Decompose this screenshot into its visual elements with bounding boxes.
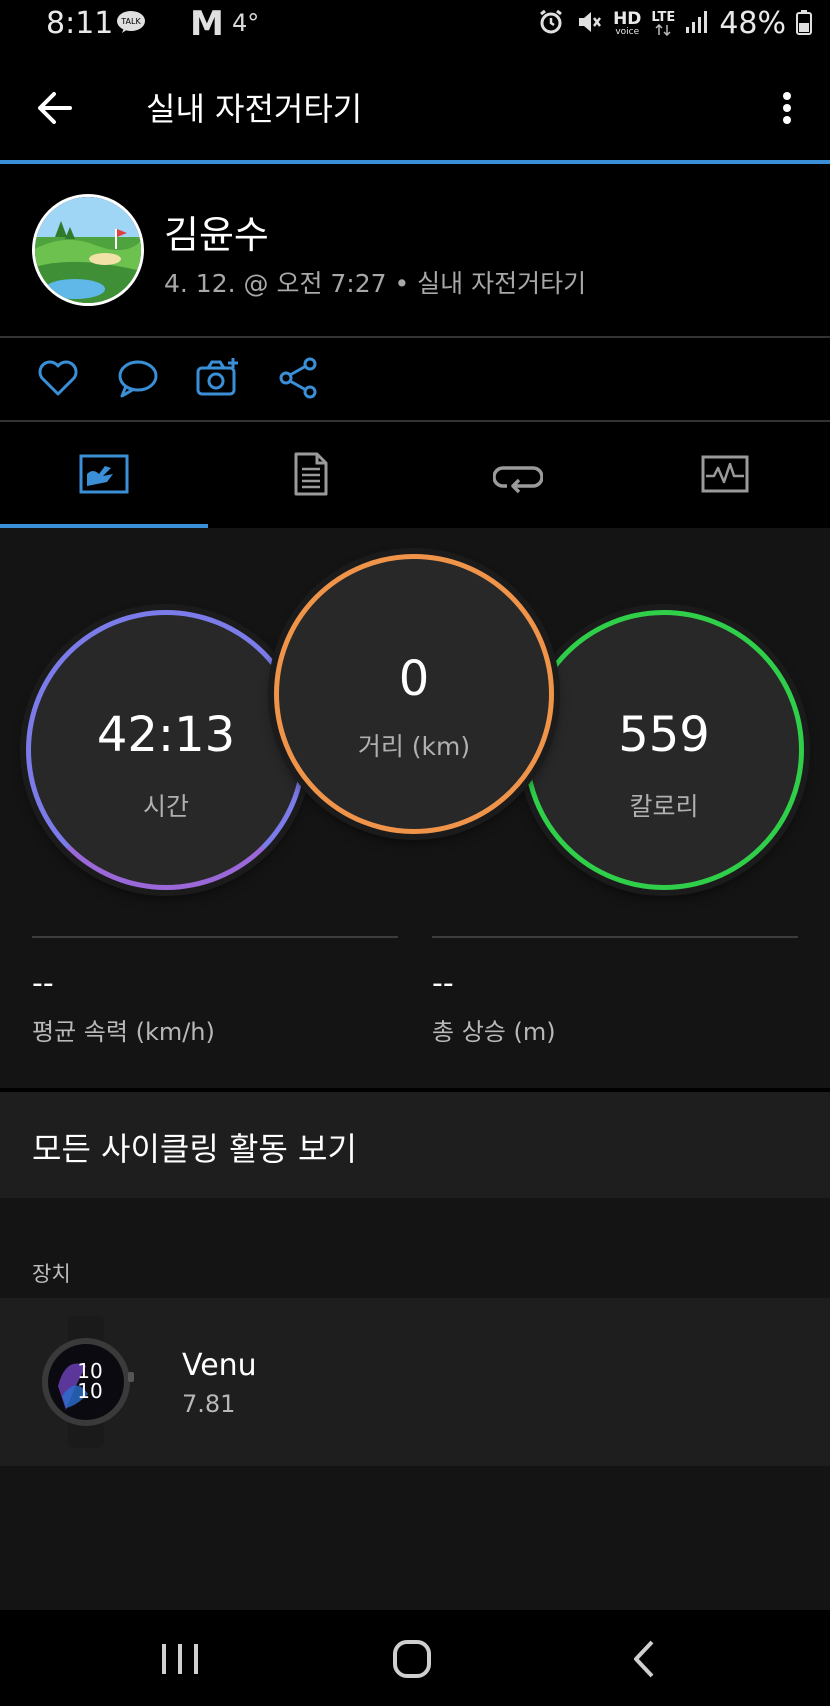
- avg-speed-value: --: [32, 966, 54, 1001]
- tab-overview[interactable]: [0, 422, 207, 526]
- back-chevron-icon: [634, 1640, 654, 1678]
- total-ascent-value: --: [432, 966, 454, 1001]
- more-options-button[interactable]: [772, 82, 802, 134]
- golf-course-avatar: [35, 197, 141, 303]
- share-button[interactable]: [276, 356, 320, 400]
- stat-divider: [32, 936, 398, 938]
- time-ring: 42:13 시간: [26, 610, 306, 890]
- avg-speed-label: 평균 속력 (km/h): [32, 1018, 215, 1046]
- battery-percent: 48%: [719, 6, 786, 41]
- tab-bar: [0, 422, 830, 526]
- more-vertical-icon: [783, 92, 791, 124]
- lte-label: LTE: [651, 10, 676, 25]
- camera-plus-icon: [196, 358, 238, 396]
- calories-value: 559: [618, 707, 710, 763]
- status-time: 8:11: [46, 6, 114, 41]
- hd-voice-icon: HD voice: [613, 8, 642, 37]
- calories-ring: 559 칼로리: [524, 610, 804, 890]
- tab-charts[interactable]: [621, 422, 828, 526]
- device-name: Venu: [182, 1348, 257, 1383]
- avatar[interactable]: [32, 194, 144, 306]
- social-actions: [0, 338, 830, 420]
- distance-label: 거리 (km): [357, 732, 471, 761]
- activity-date-type: 4. 12. @ 오전 7:27 • 실내 자전거타기: [164, 269, 587, 298]
- like-button[interactable]: [36, 356, 80, 400]
- heart-icon: [38, 360, 78, 396]
- tab-details[interactable]: [207, 422, 414, 526]
- watch-face-minute: 10: [77, 1379, 102, 1403]
- time-label: 시간: [142, 792, 189, 821]
- activity-summary: 42:13 시간 559 칼로리 0 거리 (km) -- 평균 속력 (km/…: [0, 528, 830, 1088]
- alarm-icon: [537, 8, 565, 40]
- system-nav-bar: [0, 1610, 830, 1706]
- view-all-cycling-button[interactable]: 모든 사이클링 활동 보기: [0, 1092, 830, 1198]
- devices-heading: 장치: [32, 1262, 71, 1286]
- hd-label: HD: [613, 8, 642, 29]
- app-bar: 실내 자전거타기: [0, 52, 830, 160]
- activity-header: 김윤수 4. 12. @ 오전 7:27 • 실내 자전거타기: [0, 164, 830, 336]
- comment-icon: [118, 360, 158, 398]
- lte-icon: LTE: [651, 11, 675, 36]
- time-value: 42:13: [96, 707, 236, 763]
- comment-button[interactable]: [116, 356, 160, 400]
- watch-image: 10 10: [36, 1316, 136, 1448]
- view-all-cycling-label: 모든 사이클링 활동 보기: [32, 1130, 357, 1168]
- calories-label: 칼로리: [629, 792, 699, 821]
- back-button[interactable]: [30, 82, 82, 134]
- document-icon: [294, 452, 327, 496]
- chart-icon: [701, 455, 748, 493]
- home-button[interactable]: [382, 1634, 442, 1684]
- device-version: 7.81: [182, 1390, 236, 1418]
- status-bar: 8:11 TALK M 4° HD voice LTE 48%: [0, 0, 830, 52]
- distance-value: 0: [398, 651, 430, 707]
- devices-section: 장치: [0, 1198, 830, 1298]
- page-title: 실내 자전거타기: [146, 90, 363, 128]
- stat-divider: [432, 936, 798, 938]
- gmail-icon: M: [190, 4, 224, 44]
- tab-laps[interactable]: [414, 422, 621, 526]
- home-icon: [393, 1640, 431, 1678]
- battery-icon: [796, 9, 812, 39]
- mute-icon: [575, 8, 603, 40]
- status-right-group: HD voice LTE 48%: [537, 6, 812, 41]
- recent-apps-button[interactable]: [150, 1634, 210, 1684]
- empty-space: [0, 1466, 830, 1610]
- arrow-left-icon: [38, 92, 72, 124]
- signal-icon: [685, 9, 709, 39]
- add-photo-button[interactable]: [196, 356, 240, 400]
- recent-apps-icon: [162, 1644, 198, 1674]
- total-ascent-label: 총 상승 (m): [432, 1018, 556, 1046]
- laps-icon: [492, 466, 543, 494]
- weather-temperature: 4°: [232, 9, 260, 37]
- overview-icon: [79, 454, 128, 494]
- distance-ring: 0 거리 (km): [274, 554, 554, 834]
- voice-label: voice: [615, 26, 640, 37]
- kakaotalk-icon: TALK: [116, 10, 146, 34]
- share-icon: [279, 357, 317, 399]
- system-back-button[interactable]: [614, 1634, 674, 1684]
- talk-badge-text: TALK: [120, 17, 141, 26]
- user-name[interactable]: 김윤수: [164, 204, 269, 259]
- device-item[interactable]: 10 10 Venu 7.81: [0, 1298, 830, 1466]
